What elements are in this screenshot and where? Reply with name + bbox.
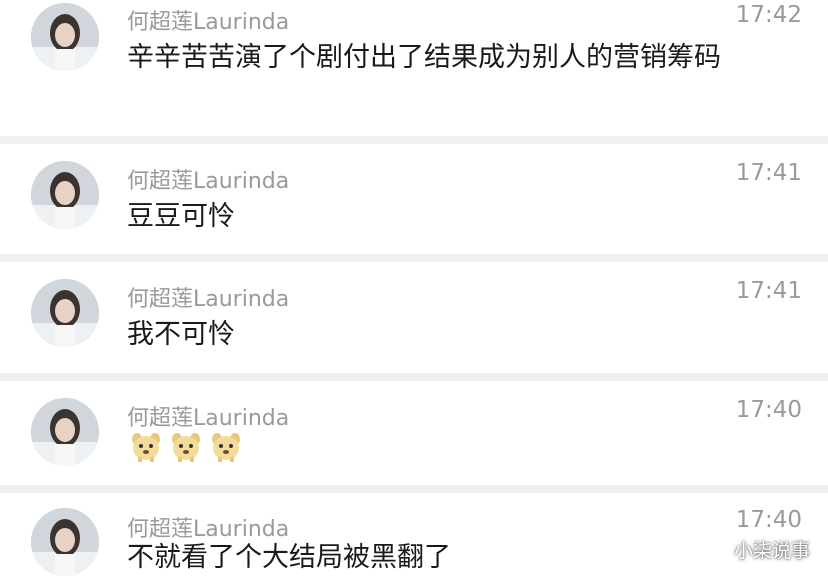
emoji-row — [129, 431, 243, 463]
watermark: 小柒说事 — [733, 540, 810, 562]
username[interactable]: 何超莲Laurinda — [127, 400, 289, 432]
divider — [0, 485, 828, 493]
avatar[interactable] — [31, 3, 99, 71]
comment-item[interactable]: 何超莲Laurinda 17:40 — [0, 381, 828, 485]
divider — [0, 254, 828, 262]
avatar[interactable] — [31, 508, 99, 576]
divider — [0, 136, 828, 144]
username[interactable]: 何超莲Laurinda — [127, 163, 289, 195]
dog-face-emoji — [172, 433, 200, 462]
avatar[interactable] — [31, 398, 99, 466]
username[interactable]: 何超莲Laurinda — [127, 4, 289, 36]
comment-item[interactable]: 何超莲Laurinda 17:42 辛辛苦苦演了个剧付出了结果成为别人的营销筹码 — [0, 0, 828, 136]
timestamp: 17:41 — [735, 278, 802, 304]
timestamp: 17:40 — [735, 507, 802, 533]
comment-text: 豆豆可怜 — [127, 201, 235, 232]
dog-face-emoji — [212, 433, 240, 462]
timestamp: 17:40 — [735, 397, 802, 423]
avatar[interactable] — [31, 279, 99, 347]
comment-item[interactable]: 何超莲Laurinda 17:41 豆豆可怜 — [0, 144, 828, 254]
timestamp: 17:41 — [735, 160, 802, 186]
divider — [0, 373, 828, 381]
comment-text: 我不可怜 — [127, 319, 235, 350]
comment-text: 辛辛苦苦演了个剧付出了结果成为别人的营销筹码 — [127, 42, 721, 73]
comment-item[interactable]: 何超莲Laurinda 17:40 不就看了个大结局被黑翻了 — [0, 493, 828, 577]
comment-item[interactable]: 何超莲Laurinda 17:41 我不可怜 — [0, 262, 828, 373]
dog-face-emoji — [132, 433, 160, 462]
avatar[interactable] — [31, 161, 99, 229]
username[interactable]: 何超莲Laurinda — [127, 281, 289, 313]
comment-text: 不就看了个大结局被黑翻了 — [127, 542, 451, 573]
timestamp: 17:42 — [735, 2, 802, 28]
